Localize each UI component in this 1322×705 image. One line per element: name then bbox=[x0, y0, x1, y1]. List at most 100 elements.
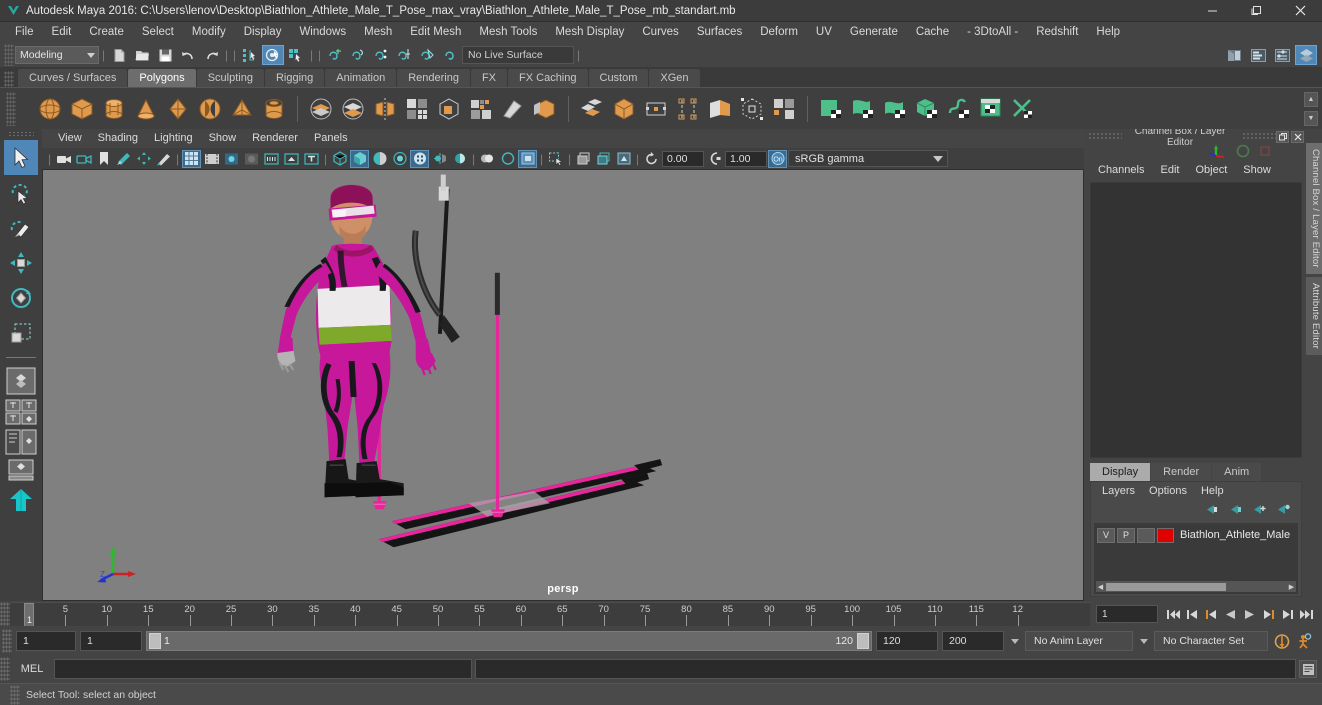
viewport-menu-view[interactable]: View bbox=[50, 129, 90, 148]
poly-pyramid-icon[interactable] bbox=[228, 95, 256, 123]
poly-plane-icon[interactable] bbox=[196, 95, 224, 123]
layer-list[interactable]: V P Biathlon_Athlete_Male ◀ ▶ bbox=[1094, 523, 1298, 594]
shadows-icon[interactable] bbox=[430, 150, 449, 168]
time-slider-grip[interactable] bbox=[0, 602, 10, 626]
persp-outliner-layout-icon[interactable] bbox=[4, 427, 38, 457]
use-all-lights-icon[interactable] bbox=[410, 149, 429, 168]
menu-cache[interactable]: Cache bbox=[907, 22, 958, 43]
shade-wireframe-icon[interactable] bbox=[370, 150, 389, 168]
viewport-menu-lighting[interactable]: Lighting bbox=[146, 129, 201, 148]
gamma-reset-icon[interactable] bbox=[705, 150, 724, 168]
scroll-right-icon[interactable]: ▶ bbox=[1287, 583, 1296, 591]
reduce-icon[interactable] bbox=[467, 95, 495, 123]
channel-menu-object[interactable]: Object bbox=[1187, 160, 1235, 180]
layer-menu-help[interactable]: Help bbox=[1194, 482, 1231, 501]
uv-editor-icon[interactable] bbox=[977, 95, 1005, 123]
lock-camera-icon[interactable] bbox=[74, 150, 93, 168]
toolbox-grip[interactable] bbox=[8, 131, 34, 138]
select-by-component-icon[interactable] bbox=[285, 45, 307, 65]
new-scene-icon[interactable] bbox=[108, 45, 130, 65]
lasso-select-tool-icon[interactable] bbox=[4, 175, 38, 210]
shelf-tab-rigging[interactable]: Rigging bbox=[264, 69, 325, 87]
separate-icon[interactable] bbox=[339, 95, 367, 123]
animation-end-time-field[interactable]: 200 bbox=[942, 631, 1004, 651]
viewport-menu-show[interactable]: Show bbox=[201, 129, 245, 148]
view-transform-icon[interactable] bbox=[614, 150, 633, 168]
snap-to-point-icon[interactable] bbox=[370, 45, 392, 65]
step-forward-keyframe-icon[interactable] bbox=[1278, 604, 1297, 624]
ambient-occlusion-icon[interactable] bbox=[450, 150, 469, 168]
menu-redshift[interactable]: Redshift bbox=[1027, 22, 1087, 43]
side-tab-channel-box[interactable]: Channel Box / Layer Editor bbox=[1306, 143, 1322, 274]
move-tool-icon[interactable] bbox=[4, 245, 38, 280]
attribute-editor-icon[interactable] bbox=[1247, 45, 1269, 65]
layer-row[interactable]: V P Biathlon_Athlete_Male bbox=[1094, 526, 1298, 544]
shelf-grip[interactable] bbox=[4, 71, 14, 87]
status-line-grip[interactable] bbox=[4, 44, 14, 66]
menu-modify[interactable]: Modify bbox=[183, 22, 235, 43]
layer-visibility-toggle[interactable]: V bbox=[1097, 527, 1115, 543]
sculpt-tool-icon[interactable] bbox=[499, 95, 527, 123]
snap-to-view-plane-icon[interactable] bbox=[416, 45, 438, 65]
select-by-hierarchy-icon[interactable] bbox=[239, 45, 261, 65]
smooth-shade-icon[interactable] bbox=[350, 149, 369, 168]
uv-automatic-icon[interactable] bbox=[913, 95, 941, 123]
add-selected-objects-icon[interactable] bbox=[1252, 503, 1267, 519]
command-line-grip[interactable] bbox=[0, 657, 10, 681]
shelf-tab-fx-caching[interactable]: FX Caching bbox=[508, 69, 588, 87]
menu-surfaces[interactable]: Surfaces bbox=[688, 22, 751, 43]
rotate-tool-icon[interactable] bbox=[4, 280, 38, 315]
redo-icon[interactable] bbox=[200, 45, 222, 65]
poly-cone-icon[interactable] bbox=[132, 95, 160, 123]
smooth-icon[interactable] bbox=[403, 95, 431, 123]
menu-select[interactable]: Select bbox=[133, 22, 183, 43]
make-live-icon[interactable] bbox=[439, 45, 461, 65]
anim-layer-chevron-icon[interactable] bbox=[1137, 631, 1150, 651]
minimize-button[interactable] bbox=[1190, 0, 1234, 22]
snap-to-curve-icon[interactable] bbox=[347, 45, 369, 65]
shelf-tab-curves-surfaces[interactable]: Curves / Surfaces bbox=[18, 69, 128, 87]
uv-cut-icon[interactable] bbox=[1009, 95, 1037, 123]
auto-keyframe-icon[interactable] bbox=[1272, 631, 1291, 651]
remove-selected-objects-icon[interactable] bbox=[1276, 503, 1291, 519]
grease-pencil-icon[interactable] bbox=[154, 150, 173, 168]
xray-active-components-icon[interactable] bbox=[594, 150, 613, 168]
channel-menu-channels[interactable]: Channels bbox=[1090, 160, 1152, 180]
scale-tool-icon[interactable] bbox=[4, 315, 38, 350]
script-editor-icon[interactable] bbox=[1299, 660, 1317, 678]
resolution-gate-icon[interactable] bbox=[222, 150, 241, 168]
step-back-keyframe-icon[interactable] bbox=[1183, 604, 1202, 624]
menu-display[interactable]: Display bbox=[235, 22, 291, 43]
exposure-reset-icon[interactable] bbox=[642, 150, 661, 168]
target-weld-icon[interactable] bbox=[706, 95, 734, 123]
layer-menu-options[interactable]: Options bbox=[1142, 482, 1194, 501]
tab-anim[interactable]: Anim bbox=[1212, 463, 1262, 481]
help-line-grip[interactable] bbox=[10, 684, 20, 705]
menu-mesh-display[interactable]: Mesh Display bbox=[546, 22, 633, 43]
range-slider-left-handle[interactable] bbox=[149, 633, 161, 649]
multi-cut-icon[interactable] bbox=[674, 95, 702, 123]
layer-list-scrollbar[interactable]: ◀ ▶ bbox=[1096, 581, 1296, 592]
range-start-time-field[interactable]: 1 bbox=[80, 631, 142, 651]
undock-panel-icon[interactable] bbox=[1276, 130, 1289, 143]
menu-windows[interactable]: Windows bbox=[290, 22, 355, 43]
poly-pipe-icon[interactable] bbox=[260, 95, 288, 123]
multisample-icon[interactable] bbox=[498, 150, 517, 168]
viewport-menu-shading[interactable]: Shading bbox=[90, 129, 146, 148]
scroll-left-icon[interactable]: ◀ bbox=[1096, 583, 1105, 591]
layer-playback-toggle[interactable]: P bbox=[1117, 527, 1135, 543]
current-frame-field[interactable]: 1 bbox=[1096, 605, 1158, 623]
layer-color-swatch[interactable] bbox=[1157, 527, 1174, 543]
channel-box-content[interactable] bbox=[1090, 182, 1302, 458]
command-language-label[interactable]: MEL bbox=[13, 663, 51, 675]
single-perspective-view-icon[interactable] bbox=[4, 365, 38, 397]
side-tab-attribute-editor[interactable]: Attribute Editor bbox=[1306, 276, 1322, 355]
tab-display[interactable]: Display bbox=[1090, 463, 1151, 481]
append-polygon-icon[interactable] bbox=[642, 95, 670, 123]
command-input[interactable] bbox=[54, 659, 472, 679]
time-slider[interactable]: 1 5 10 15 20 25 30 35 40 45 50 55 60 65 70 75 80 85 90 95 1… bbox=[10, 602, 1090, 626]
safe-action-icon[interactable] bbox=[302, 150, 321, 168]
combine-icon[interactable] bbox=[307, 95, 335, 123]
character-set-selector[interactable]: No Character Set bbox=[1154, 631, 1268, 651]
anim-layer-selector[interactable]: No Anim Layer bbox=[1025, 631, 1133, 651]
